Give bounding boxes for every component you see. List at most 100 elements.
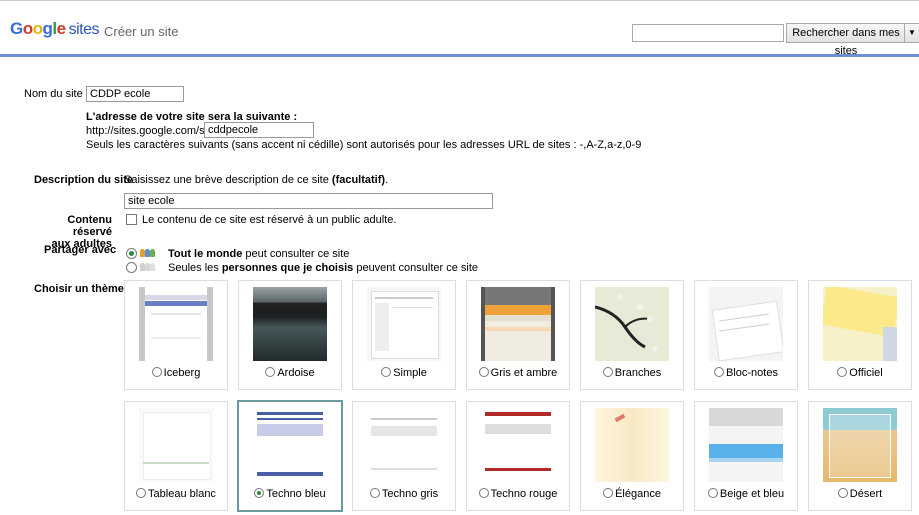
- theme-thumbnail: [595, 408, 669, 482]
- share-selected-rest: peuvent consulter ce site: [356, 262, 479, 274]
- theme-techno-gris[interactable]: Techno gris: [352, 401, 456, 511]
- theme-ardoise[interactable]: Ardoise: [238, 280, 342, 390]
- theme-beige-et-bleu[interactable]: Beige et bleu: [694, 401, 798, 511]
- adult-label-line1: Contenu réservé: [67, 214, 112, 238]
- theme-label: Choisir un thème: [34, 283, 124, 295]
- theme-name-text: Élégance: [615, 488, 661, 500]
- theme-radio[interactable]: [478, 488, 489, 498]
- theme-name: Iceberg: [125, 367, 227, 379]
- theme-thumbnail: [139, 287, 213, 361]
- adult-content-checkbox[interactable]: [126, 214, 137, 225]
- search-my-sites-button[interactable]: Rechercher dans mes sites: [786, 23, 906, 57]
- theme-thumbnail: [823, 408, 897, 482]
- theme-thumbnail: [709, 287, 783, 361]
- adult-content-text: Le contenu de ce site est réservé à un p…: [142, 214, 397, 226]
- theme-desert[interactable]: Désert: [808, 401, 912, 511]
- page-title: Créer un site: [104, 24, 179, 39]
- theme-name-text: Beige et bleu: [719, 488, 785, 500]
- theme-thumbnail: [367, 287, 441, 361]
- theme-radio[interactable]: [602, 367, 613, 377]
- theme-thumbnail: [481, 287, 555, 361]
- theme-name-text: Officiel: [849, 367, 883, 379]
- theme-radio[interactable]: [381, 367, 392, 377]
- theme-tableau-blanc[interactable]: Tableau blanc: [124, 401, 228, 511]
- theme-name: Gris et ambre: [467, 367, 569, 379]
- theme-simple[interactable]: Simple: [352, 280, 456, 390]
- theme-name: Bloc-notes: [695, 367, 797, 379]
- theme-name: Beige et bleu: [695, 488, 797, 500]
- share-everyone-bold: Tout le monde: [168, 248, 243, 260]
- share-selected-pre: Seules les: [168, 262, 219, 274]
- theme-radio[interactable]: [707, 488, 718, 498]
- theme-name: Techno rouge: [467, 488, 569, 500]
- theme-gris-et-ambre[interactable]: Gris et ambre: [466, 280, 570, 390]
- theme-thumbnail: [709, 408, 783, 482]
- theme-name-text: Iceberg: [163, 367, 201, 379]
- site-name-input[interactable]: CDDP ecole: [86, 86, 184, 102]
- description-hint-text: Saisissez une brève description de ce si…: [124, 174, 329, 186]
- theme-name: Élégance: [581, 488, 683, 500]
- theme-techno-bleu[interactable]: Techno bleu: [237, 400, 343, 512]
- theme-bloc-notes[interactable]: Bloc-notes: [694, 280, 798, 390]
- share-everyone-radio[interactable]: [126, 248, 137, 259]
- theme-radio[interactable]: [136, 488, 147, 498]
- theme-officiel[interactable]: Officiel: [808, 280, 912, 390]
- url-prefix: http://sites.google.com/site/: [86, 125, 220, 137]
- theme-radio[interactable]: [151, 367, 162, 377]
- share-everyone-rest: peut consulter ce site: [245, 248, 350, 260]
- theme-name: Simple: [353, 367, 455, 379]
- theme-radio[interactable]: [714, 367, 724, 377]
- theme-name-text: Techno bleu: [266, 488, 326, 500]
- people-gray-icon: [140, 261, 158, 271]
- theme-thumbnail: [253, 287, 327, 361]
- theme-name: Officiel: [809, 367, 911, 379]
- description-label: Description du site: [34, 174, 134, 186]
- description-hint-optional: (facultatif): [331, 174, 386, 186]
- theme-name-text: Tableau blanc: [148, 488, 216, 500]
- theme-radio[interactable]: [478, 367, 489, 377]
- search-input[interactable]: [632, 24, 784, 42]
- theme-name-text: Gris et ambre: [490, 367, 558, 379]
- theme-name-text: Techno gris: [381, 488, 439, 500]
- site-name-label: Nom du site: [24, 88, 83, 100]
- theme-thumbnail: [139, 408, 213, 482]
- theme-name-text: Ardoise: [277, 367, 315, 379]
- share-selected-bold: personnes que je choisis: [221, 262, 354, 274]
- google-sites-logo[interactable]: Google sites: [10, 19, 100, 39]
- theme-name: Branches: [581, 367, 683, 379]
- theme-elegance[interactable]: Élégance: [580, 401, 684, 511]
- theme-thumbnail: [823, 287, 897, 361]
- theme-radio[interactable]: [603, 488, 614, 498]
- theme-thumbnail: [367, 408, 441, 482]
- share-selected-text: Seules les personnes que je choisis peuv…: [168, 262, 478, 274]
- theme-radio[interactable]: [265, 367, 276, 377]
- description-hint: Saisissez une brève description de ce si…: [124, 174, 389, 186]
- group-people-icon: [140, 247, 158, 257]
- header-divider: [0, 54, 919, 57]
- theme-radio[interactable]: [837, 367, 848, 377]
- theme-name-text: Simple: [393, 367, 427, 379]
- search-dropdown-arrow-icon[interactable]: ▼: [904, 23, 919, 43]
- theme-thumbnail: [253, 408, 327, 482]
- theme-branches[interactable]: Branches: [580, 280, 684, 390]
- site-url-input[interactable]: cddpecole: [204, 122, 314, 138]
- theme-radio[interactable]: [837, 488, 848, 498]
- theme-name: Techno bleu: [239, 488, 341, 500]
- theme-name: Techno gris: [353, 488, 455, 500]
- theme-thumbnail: [481, 408, 555, 482]
- theme-name: Tableau blanc: [125, 488, 227, 500]
- url-note: Seuls les caractères suivants (sans acce…: [86, 139, 642, 151]
- theme-radio[interactable]: [369, 488, 380, 498]
- theme-radio[interactable]: [254, 488, 265, 498]
- top-bar: Google sites Créer un site Rechercher dan…: [0, 0, 919, 62]
- theme-techno-rouge[interactable]: Techno rouge: [466, 401, 570, 511]
- theme-thumbnail: [595, 287, 669, 361]
- share-label: Partager avec: [44, 244, 117, 256]
- branch-illustration: [595, 294, 658, 352]
- theme-iceberg[interactable]: Iceberg: [124, 280, 228, 390]
- description-input[interactable]: site ecole: [124, 193, 493, 209]
- theme-name-text: Désert: [849, 488, 883, 500]
- theme-name-text: Bloc-notes: [726, 367, 778, 379]
- theme-name-text: Techno rouge: [490, 488, 558, 500]
- share-selected-radio[interactable]: [126, 262, 137, 273]
